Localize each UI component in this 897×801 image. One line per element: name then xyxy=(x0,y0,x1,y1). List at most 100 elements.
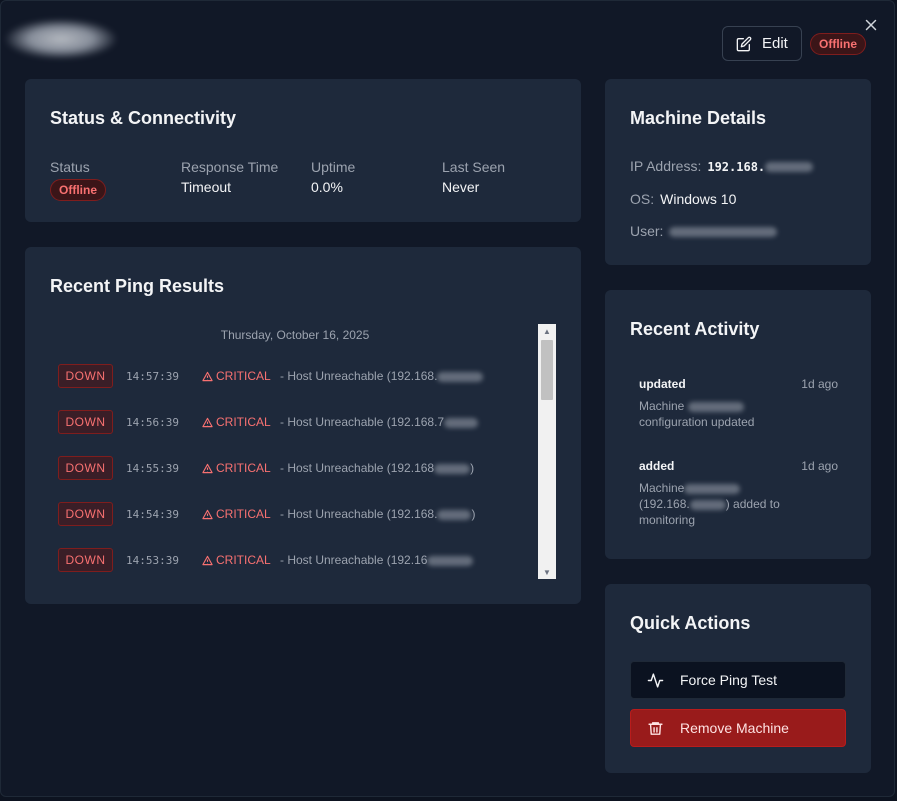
stat-last-seen: Last Seen Never xyxy=(442,159,505,195)
force-ping-label: Force Ping Test xyxy=(680,672,778,688)
machine-name-redacted xyxy=(5,19,117,59)
ip-value: 192.168. xyxy=(707,160,766,174)
scroll-down-arrow-icon[interactable]: ▼ xyxy=(538,565,556,579)
ping-severity-label: CRITICAL xyxy=(216,553,271,567)
activity-desc: Machine (192.168.) added to monitoring xyxy=(639,480,789,528)
warning-icon xyxy=(202,555,213,565)
stat-status: Status Offline xyxy=(50,159,106,201)
stat-response-value: Timeout xyxy=(181,179,232,195)
activity-card-title: Recent Activity xyxy=(630,319,760,339)
ping-date-header: Thursday, October 16, 2025 xyxy=(220,328,370,342)
down-tag: DOWN xyxy=(58,410,113,434)
activity-pulse-icon xyxy=(647,672,664,688)
edit-icon xyxy=(736,36,752,51)
ping-severity-label: CRITICAL xyxy=(216,415,271,429)
edit-button[interactable]: Edit xyxy=(722,26,802,61)
stat-last-seen-label: Last Seen xyxy=(442,159,506,175)
machine-details-card: Machine Details IP Address: 192.168. OS: W… xyxy=(605,79,871,265)
activity-desc-b: (192.168. xyxy=(639,497,690,511)
detail-os: OS: Windows 10 xyxy=(630,191,736,207)
status-connectivity-card: Status & Connectivity Status Offline Res… xyxy=(25,79,581,222)
stat-status-badge: Offline xyxy=(50,179,106,201)
activity-time: 1d ago xyxy=(801,459,838,473)
down-tag: DOWN xyxy=(58,502,113,526)
close-icon[interactable] xyxy=(862,16,880,34)
redacted-ip xyxy=(437,509,472,520)
ping-severity: CRITICAL xyxy=(202,461,280,475)
detail-ip: IP Address: 192.168. xyxy=(630,158,814,174)
stat-last-seen-value: Never xyxy=(442,179,480,195)
ping-severity-label: CRITICAL xyxy=(216,507,271,521)
redacted-ip xyxy=(689,499,726,510)
activity-desc: Machine configuration updated xyxy=(639,398,789,430)
ping-message-text: - Host Unreachable (192.168 xyxy=(280,461,435,475)
activity-time: 1d ago xyxy=(801,377,838,391)
activity-item: added 1d ago Machine (192.168.) added to… xyxy=(639,459,844,528)
down-tag: DOWN xyxy=(58,456,113,480)
ping-message: - Host Unreachable (192.168.7 xyxy=(280,415,479,429)
redacted-name xyxy=(684,483,741,494)
ping-card-title: Recent Ping Results xyxy=(50,276,225,296)
stat-response-time: Response Time Timeout xyxy=(181,159,278,195)
scroll-up-arrow-icon[interactable]: ▲ xyxy=(538,324,556,338)
ping-time: 14:53:39 xyxy=(126,553,179,567)
ping-severity-label: CRITICAL xyxy=(216,461,271,475)
activity-desc-a: Machine xyxy=(639,481,685,495)
ping-message: - Host Unreachable (192.168.) xyxy=(280,507,476,521)
ping-row: DOWN 14:55:39 CRITICAL - Host Unreachabl… xyxy=(58,455,538,481)
warning-icon xyxy=(202,463,213,473)
stat-uptime-label: Uptime xyxy=(311,159,356,175)
ping-results-list[interactable]: Thursday, October 16, 2025 DOWN 14:57:39… xyxy=(50,324,556,579)
os-label: OS: xyxy=(630,191,655,207)
remove-machine-label: Remove Machine xyxy=(680,720,789,736)
ping-time: 14:57:39 xyxy=(126,369,179,383)
redacted-ip xyxy=(444,417,479,428)
ping-message: - Host Unreachable (192.168) xyxy=(280,461,475,475)
ping-severity-label: CRITICAL xyxy=(216,369,271,383)
ping-message-text: - Host Unreachable (192.168. xyxy=(280,507,438,521)
user-label: User: xyxy=(630,223,664,239)
stat-uptime-value: 0.0% xyxy=(311,179,343,195)
ping-list-scrollbar[interactable]: ▲ ▼ xyxy=(538,324,556,579)
status-card-title: Status & Connectivity xyxy=(50,108,237,128)
scroll-thumb[interactable] xyxy=(541,340,553,400)
redacted-name xyxy=(687,401,744,412)
ping-message: - Host Unreachable (192.168. xyxy=(280,369,484,383)
ping-row: DOWN 14:57:39 CRITICAL - Host Unreachabl… xyxy=(58,363,538,389)
trash-icon xyxy=(648,721,663,735)
details-card-title: Machine Details xyxy=(630,108,767,128)
force-ping-button[interactable]: Force Ping Test xyxy=(630,661,846,699)
edit-button-label: Edit xyxy=(762,35,788,52)
ping-row: DOWN 14:56:39 CRITICAL - Host Unreachabl… xyxy=(58,409,538,435)
activity-desc-b: configuration updated xyxy=(639,415,755,429)
ping-message: - Host Unreachable (192.16 xyxy=(280,553,474,567)
ping-time: 14:56:39 xyxy=(126,415,179,429)
quick-actions-card: Quick Actions Force Ping Test Remove Mac… xyxy=(605,584,871,773)
down-tag: DOWN xyxy=(58,364,113,388)
stat-uptime: Uptime 0.0% xyxy=(311,159,355,195)
redacted-user xyxy=(669,227,778,238)
redacted-ip xyxy=(765,162,814,173)
detail-user: User: xyxy=(630,223,778,239)
activity-desc-a: Machine xyxy=(639,399,688,413)
redacted-ip xyxy=(434,463,471,474)
ping-message-text: - Host Unreachable (192.168.7 xyxy=(280,415,445,429)
remove-machine-button[interactable]: Remove Machine xyxy=(630,709,846,747)
ping-row: DOWN 14:54:39 CRITICAL - Host Unreachabl… xyxy=(58,501,538,527)
stat-status-label: Status xyxy=(50,159,90,175)
warning-icon xyxy=(202,371,213,381)
warning-icon xyxy=(202,509,213,519)
ping-severity: CRITICAL xyxy=(202,507,280,521)
stat-response-label: Response Time xyxy=(181,159,279,175)
status-badge: Offline xyxy=(810,33,866,55)
ping-time: 14:54:39 xyxy=(126,507,179,521)
ping-severity: CRITICAL xyxy=(202,415,280,429)
warning-icon xyxy=(202,417,213,427)
ping-results-card: Recent Ping Results Thursday, October 16… xyxy=(25,247,581,604)
ping-severity: CRITICAL xyxy=(202,553,280,567)
redacted-ip xyxy=(427,555,474,566)
recent-activity-card: Recent Activity updated 1d ago Machine c… xyxy=(605,290,871,559)
ip-label: IP Address: xyxy=(630,158,702,174)
machine-detail-modal: Edit Offline Status & Connectivity Statu… xyxy=(0,0,895,797)
ping-row: DOWN 14:53:39 CRITICAL - Host Unreachabl… xyxy=(58,547,538,573)
